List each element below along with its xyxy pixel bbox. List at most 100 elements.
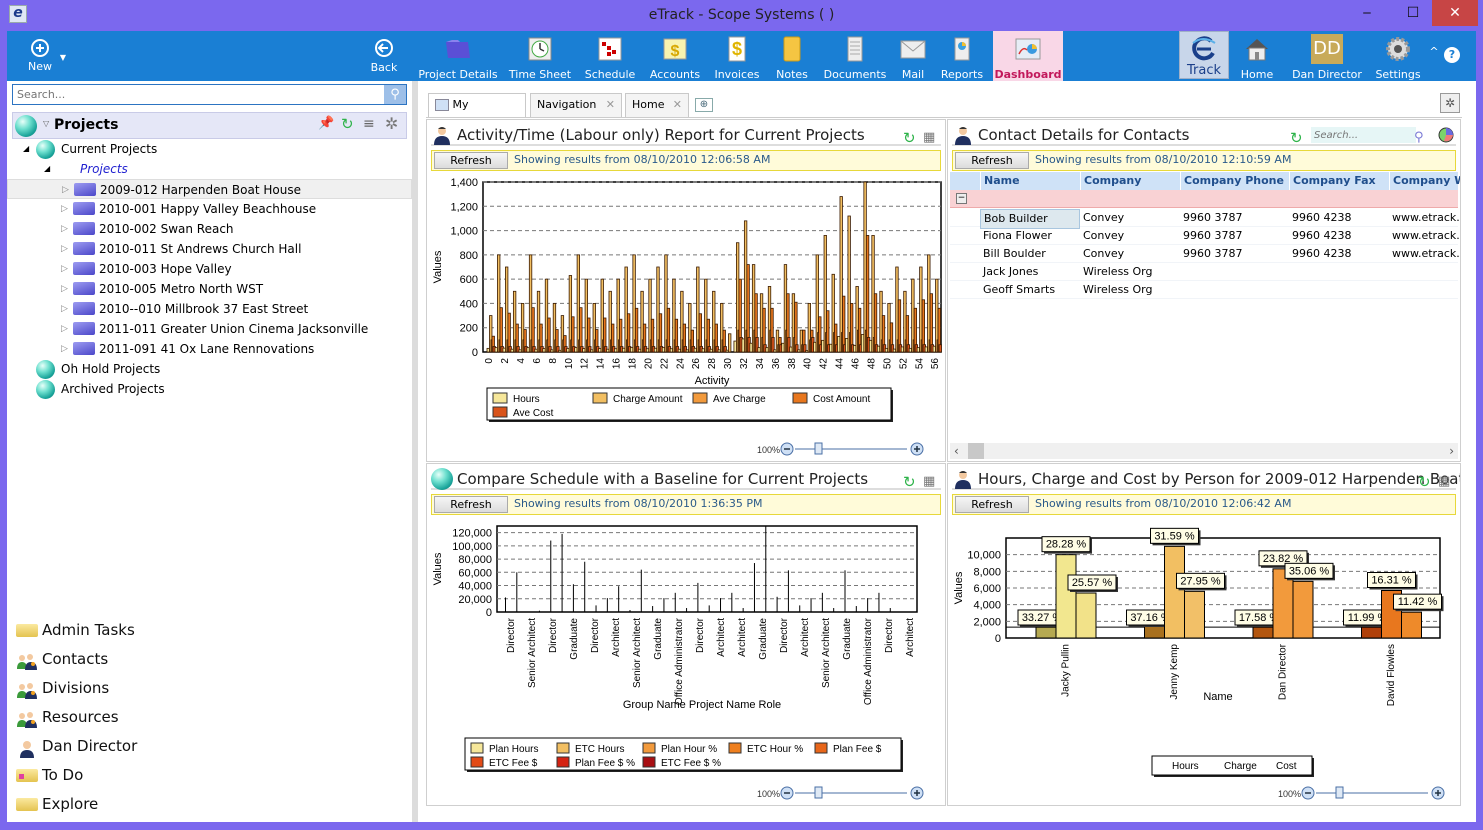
expand-icon[interactable]: ◢: [44, 159, 50, 179]
scroll-left-icon[interactable]: ‹: [954, 443, 959, 459]
list-icon[interactable]: ≡: [363, 116, 375, 132]
sidebar-item-contacts[interactable]: Contacts: [7, 645, 412, 674]
grid-view-icon[interactable]: ▦: [923, 127, 939, 145]
pie-chart-icon[interactable]: [1438, 127, 1454, 143]
scrollbar-thumb[interactable]: [968, 443, 984, 459]
dashboard-settings-icon[interactable]: ✲: [1440, 93, 1460, 113]
tree-project-item[interactable]: ▷ 2011-011 Greater Union Cinema Jacksonvi…: [7, 319, 412, 339]
expand-icon[interactable]: ◢: [23, 139, 29, 159]
refresh-icon[interactable]: ↻: [341, 115, 354, 133]
expand-arrow-icon[interactable]: ▷: [61, 279, 68, 299]
table-cell[interactable]: Bill Boulder: [980, 245, 1080, 263]
expand-arrow-icon[interactable]: ▷: [61, 239, 68, 259]
table-cell[interactable]: Convey: [1080, 245, 1180, 263]
table-cell[interactable]: Geoff Smarts: [980, 281, 1080, 299]
refresh-icon[interactable]: ↻: [1290, 127, 1306, 147]
table-cell[interactable]: Fiona Flower: [980, 227, 1080, 245]
close-tab-icon[interactable]: ✕: [673, 94, 682, 116]
tree-projects-group[interactable]: ◢ Projects: [7, 159, 412, 179]
table-cell[interactable]: Wireless Org: [1080, 263, 1180, 281]
horizontal-scrollbar[interactable]: ‹ ›: [950, 443, 1458, 459]
refresh-button[interactable]: Refresh: [955, 152, 1029, 169]
sidebar-item-dan-director[interactable]: Dan Director: [7, 732, 412, 761]
table-cell[interactable]: Jack Jones: [980, 263, 1080, 281]
tree-project-item[interactable]: ▷ 2010-001 Happy Valley Beachhouse: [7, 199, 412, 219]
tree-project-item[interactable]: ▷ 2010-002 Swan Reach: [7, 219, 412, 239]
module-time-sheet[interactable]: Time Sheet: [505, 31, 575, 81]
table-cell[interactable]: Convey: [1080, 227, 1180, 245]
help-icon[interactable]: ?: [1444, 47, 1460, 63]
table-cell[interactable]: Convey: [1080, 209, 1180, 227]
search-icon[interactable]: ⚲: [1414, 127, 1430, 145]
search-icon[interactable]: ⚲: [384, 85, 406, 104]
tree-archived-projects[interactable]: Archived Projects: [7, 379, 412, 399]
expand-arrow-icon[interactable]: ▷: [61, 219, 68, 239]
table-row[interactable]: Geoff Smarts Wireless Org: [950, 281, 1458, 299]
table-cell[interactable]: 9960 3787: [1180, 245, 1289, 263]
table-cell[interactable]: 9960 4238: [1289, 209, 1389, 227]
collapse-triangle-icon[interactable]: ▽: [43, 119, 49, 128]
refresh-icon[interactable]: ↻: [903, 127, 919, 147]
table-row[interactable]: Jack Jones Wireless Org: [950, 263, 1458, 281]
refresh-button[interactable]: Refresh: [434, 496, 508, 513]
scroll-right-icon[interactable]: ›: [1449, 443, 1454, 459]
sidebar-item-resources[interactable]: Resources: [7, 703, 412, 732]
column-header[interactable]: Company Fax: [1289, 172, 1389, 190]
new-dropdown-icon[interactable]: ▼: [57, 53, 69, 63]
expand-arrow-icon[interactable]: ▷: [61, 299, 68, 319]
expand-arrow-icon[interactable]: ▷: [62, 180, 69, 200]
grid-view-icon[interactable]: ▦: [1438, 471, 1454, 489]
back-button[interactable]: Back: [362, 31, 406, 81]
sidebar-item-explore[interactable]: Explore: [7, 790, 412, 819]
user-profile-button[interactable]: DD Dan Director: [1292, 31, 1362, 81]
collapse-ribbon-icon[interactable]: ^: [1427, 45, 1441, 61]
sidebar-item-to-do[interactable]: To Do: [7, 761, 412, 790]
tree-on-hold-projects[interactable]: Oh Hold Projects: [7, 359, 412, 379]
table-row[interactable]: Bob Builder Convey 9960 3787 9960 4238 www.e…: [950, 209, 1460, 229]
refresh-icon[interactable]: ↻: [1418, 471, 1434, 491]
tree-project-item[interactable]: ▷ 2011-091 41 Ox Lane Rennovations: [7, 339, 412, 359]
module-reports[interactable]: Reports: [937, 31, 987, 81]
module-notes[interactable]: Notes: [769, 31, 815, 81]
table-cell[interactable]: www.etrack.c: [1389, 227, 1460, 245]
module-invoices[interactable]: $ Invoices: [712, 31, 762, 81]
module-accounts[interactable]: $ Accounts: [645, 31, 705, 81]
refresh-button[interactable]: Refresh: [955, 496, 1029, 513]
contacts-search-input[interactable]: [1311, 127, 1416, 143]
expand-arrow-icon[interactable]: ▷: [61, 259, 68, 279]
column-header[interactable]: Company Phone: [1180, 172, 1289, 190]
table-cell[interactable]: 9960 3787: [1180, 227, 1289, 245]
module-schedule[interactable]: Schedule: [582, 31, 638, 81]
table-row[interactable]: Bill Boulder Convey 9960 3787 9960 4238 www.…: [950, 245, 1460, 263]
tab-home[interactable]: Home ✕: [625, 93, 689, 117]
home-button[interactable]: Home: [1237, 31, 1277, 81]
tree-project-item[interactable]: ▷ 2009-012 Harpenden Boat House: [7, 179, 412, 199]
table-cell[interactable]: www.etrack.c: [1389, 245, 1460, 263]
refresh-icon[interactable]: ↻: [903, 471, 919, 491]
column-header[interactable]: Name: [980, 172, 1080, 190]
grid-view-icon[interactable]: ▦: [923, 471, 939, 489]
column-header[interactable]: Company We: [1389, 172, 1460, 190]
tab-my-dashboard[interactable]: My Dashboard: [428, 93, 526, 133]
column-header[interactable]: Company: [1080, 172, 1180, 190]
table-cell[interactable]: Bob Builder: [980, 209, 1080, 229]
expand-arrow-icon[interactable]: ▷: [61, 339, 68, 359]
etrack-button[interactable]: Track: [1179, 31, 1229, 79]
tree-project-item[interactable]: ▷ 2010-003 Hope Valley: [7, 259, 412, 279]
tab-navigation[interactable]: Navigation ✕: [530, 93, 622, 117]
sidebar-item-divisions[interactable]: Divisions: [7, 674, 412, 703]
table-cell[interactable]: www.etrack.c: [1389, 209, 1460, 227]
close-button[interactable]: ✕: [1432, 0, 1478, 26]
table-row[interactable]: Fiona Flower Convey 9960 3787 9960 4238 www.…: [950, 227, 1460, 245]
close-tab-icon[interactable]: ✕: [606, 94, 615, 116]
settings-button[interactable]: Settings: [1372, 31, 1424, 81]
add-tab-button[interactable]: ⊕: [695, 98, 713, 112]
module-mail[interactable]: Mail: [895, 31, 931, 81]
expand-arrow-icon[interactable]: ▷: [61, 199, 68, 219]
table-cell[interactable]: 9960 4238: [1289, 245, 1389, 263]
settings-gear-icon[interactable]: ✲: [385, 114, 398, 133]
module-dashboard[interactable]: Dashboard: [993, 31, 1063, 81]
module-project-details[interactable]: Project Details: [418, 31, 498, 81]
tree-project-item[interactable]: ▷ 2010-005 Metro North WST: [7, 279, 412, 299]
pin-icon[interactable]: 📌: [318, 116, 334, 131]
